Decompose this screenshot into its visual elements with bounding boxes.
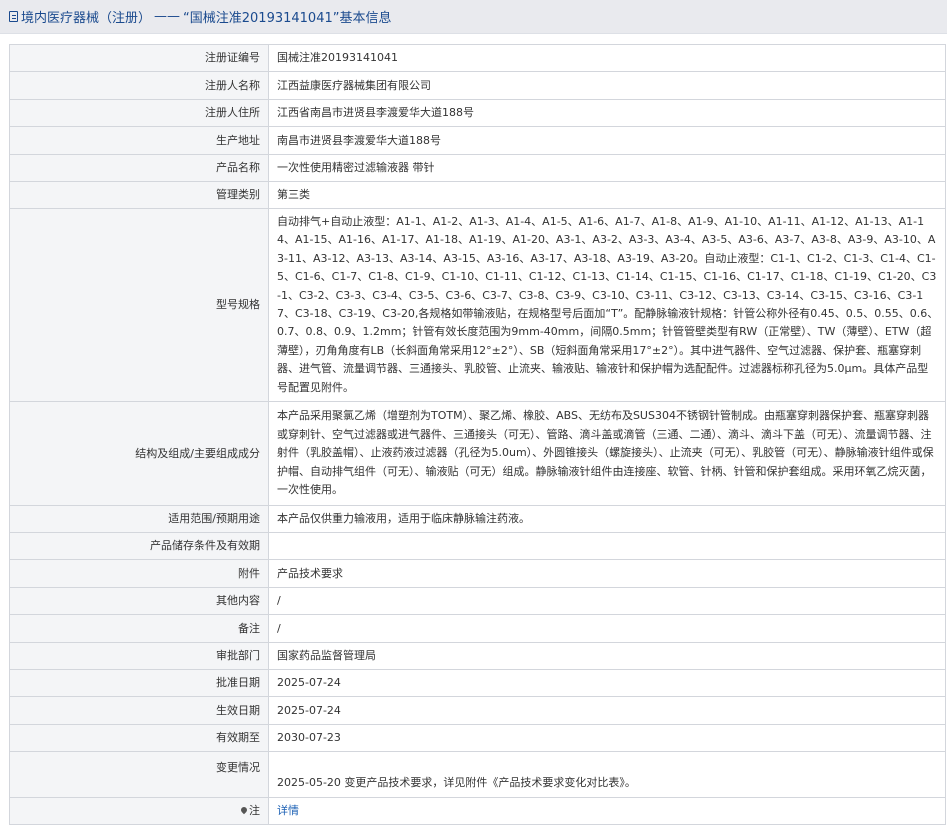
- row-label: 备注: [9, 614, 269, 643]
- note-label-cell: 注: [9, 797, 269, 825]
- table-row: 注 详情: [9, 797, 946, 825]
- row-label: 产品名称: [9, 154, 269, 182]
- page-header: 境内医疗器械（注册） —— “国械注准20193141041”基本信息: [0, 0, 947, 34]
- pin-icon: [239, 805, 249, 815]
- table-row: 附件 产品技术要求: [9, 559, 946, 588]
- table-row: 注册人名称 江西益康医疗器械集团有限公司: [9, 71, 946, 100]
- row-label: 有效期至: [9, 724, 269, 752]
- change-history-value: 2025-05-20 变更产品技术要求，详见附件《产品技术要求变化对比表》。: [268, 751, 946, 798]
- management-class-value: 第三类: [268, 181, 946, 209]
- row-label: 生产地址: [9, 126, 269, 155]
- table-row: 适用范围/预期用途 本产品仅供重力输液用，适用于临床静脉输注药液。: [9, 505, 946, 533]
- document-icon: [9, 11, 18, 22]
- note-value-cell: 详情: [268, 797, 946, 825]
- table-row: 有效期至 2030-07-23: [9, 724, 946, 752]
- table-row: 生效日期 2025-07-24: [9, 696, 946, 725]
- other-content-value: /: [268, 587, 946, 615]
- row-label: 结构及组成/主要组成成分: [9, 401, 269, 506]
- approval-dept-value: 国家药品监督管理局: [268, 642, 946, 670]
- table-row: 产品储存条件及有效期: [9, 532, 946, 560]
- structure-composition-value: 本产品采用聚氯乙烯（增塑剂为TOTM）、聚乙烯、橡胶、ABS、无纺布及SUS30…: [268, 401, 946, 506]
- table-row: 备注 /: [9, 614, 946, 643]
- attachment-value: 产品技术要求: [268, 559, 946, 588]
- expiry-date-value: 2030-07-23: [268, 724, 946, 752]
- table-row: 审批部门 国家药品监督管理局: [9, 642, 946, 670]
- row-label: 产品储存条件及有效期: [9, 532, 269, 560]
- table-row: 批准日期 2025-07-24: [9, 669, 946, 697]
- row-label: 变更情况: [9, 751, 269, 798]
- table-row: 变更情况 2025-05-20 变更产品技术要求，详见附件《产品技术要求变化对比…: [9, 751, 946, 798]
- detail-link[interactable]: 详情: [277, 804, 299, 817]
- table-row: 注册证编号 国械注准20193141041: [9, 44, 946, 72]
- row-label: 型号规格: [9, 208, 269, 402]
- intended-use-value: 本产品仅供重力输液用，适用于临床静脉输注药液。: [268, 505, 946, 533]
- table-row: 结构及组成/主要组成成分 本产品采用聚氯乙烯（增塑剂为TOTM）、聚乙烯、橡胶、…: [9, 401, 946, 506]
- approval-date-value: 2025-07-24: [268, 669, 946, 697]
- row-label: 适用范围/预期用途: [9, 505, 269, 533]
- table-row: 管理类别 第三类: [9, 181, 946, 209]
- table-row: 型号规格 自动排气+自动止液型：A1-1、A1-2、A1-3、A1-4、A1-5…: [9, 208, 946, 402]
- row-label: 注册证编号: [9, 44, 269, 72]
- storage-value: [268, 532, 946, 560]
- table-row: 生产地址 南昌市进贤县李渡爱华大道188号: [9, 126, 946, 155]
- header-link[interactable]: 境内医疗器械（注册）: [21, 7, 151, 26]
- row-label: 审批部门: [9, 642, 269, 670]
- header-separator: ——: [154, 9, 181, 24]
- row-label: 注册人名称: [9, 71, 269, 100]
- table-row: 注册人住所 江西省南昌市进贤县李渡爱华大道188号: [9, 99, 946, 127]
- effective-date-value: 2025-07-24: [268, 696, 946, 725]
- registrant-address-value: 江西省南昌市进贤县李渡爱华大道188号: [268, 99, 946, 127]
- production-address-value: 南昌市进贤县李渡爱华大道188号: [268, 126, 946, 155]
- header-title: “国械注准20193141041”基本信息: [183, 11, 392, 26]
- registration-info-table: 注册证编号 国械注准20193141041 注册人名称 江西益康医疗器械集团有限…: [9, 44, 946, 825]
- table-row: 其他内容 /: [9, 587, 946, 615]
- row-label: 批准日期: [9, 669, 269, 697]
- row-label: 附件: [9, 559, 269, 588]
- model-spec-value: 自动排气+自动止液型：A1-1、A1-2、A1-3、A1-4、A1-5、A1-6…: [268, 208, 946, 402]
- registrant-name-value: 江西益康医疗器械集团有限公司: [268, 71, 946, 100]
- product-name-value: 一次性使用精密过滤输液器 带针: [268, 154, 946, 182]
- registration-number-value: 国械注准20193141041: [268, 44, 946, 72]
- remarks-value: /: [268, 614, 946, 643]
- row-label: 其他内容: [9, 587, 269, 615]
- row-label: 注册人住所: [9, 99, 269, 127]
- row-label: 管理类别: [9, 181, 269, 209]
- row-label: 生效日期: [9, 696, 269, 725]
- row-label: 注: [249, 804, 260, 817]
- table-row: 产品名称 一次性使用精密过滤输液器 带针: [9, 154, 946, 182]
